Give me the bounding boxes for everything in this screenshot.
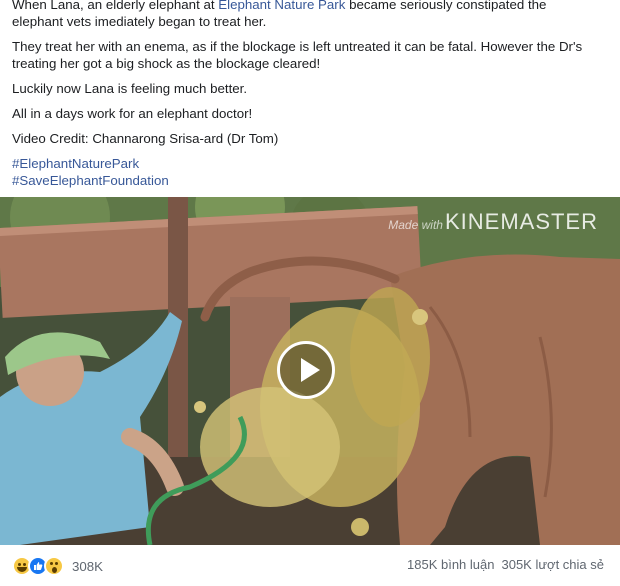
post-paragraph-1: When Lana, an elderly elephant at Elepha… <box>12 0 608 30</box>
shares-count[interactable]: 305K lượt chia sẻ <box>501 557 604 572</box>
comments-count[interactable]: 185K bình luận <box>407 557 494 572</box>
watermark-small-text: Made with <box>388 218 443 232</box>
post-text-segment: became seriously constipated the <box>345 0 547 12</box>
post-paragraph-2: They treat her with an enema, as if the … <box>12 38 608 72</box>
engagement-stats: 185K bình luận 305K lượt chia sẻ <box>407 557 604 572</box>
kinemaster-watermark: Made withKINEMASTER <box>388 209 598 235</box>
hashtag-list: #ElephantNaturePark #SaveElephantFoundat… <box>12 155 608 189</box>
post-footer: 308K 185K bình luận 305K lượt chia sẻ <box>0 549 620 586</box>
post-message: When Lana, an elderly elephant at Elepha… <box>12 0 608 189</box>
post-text-segment: They treat her with an enema, as if the … <box>12 39 583 54</box>
watermark-brand-text: KINEMASTER <box>444 209 598 234</box>
hashtag-elephant-nature-park[interactable]: #ElephantNaturePark <box>12 155 608 172</box>
play-icon <box>301 358 320 382</box>
post-text-segment: treating her got a big shock as the bloc… <box>12 56 321 71</box>
post-text-segment: elephant vets imediately began to treat … <box>12 14 267 29</box>
hashtag-save-elephant-foundation[interactable]: #SaveElephantFoundation <box>12 172 608 189</box>
wow-icon <box>44 556 64 576</box>
video-credit: Video Credit: Channarong Srisa-ard (Dr T… <box>12 131 279 146</box>
post-paragraph-3: Luckily now Lana is feeling much better. <box>12 81 248 96</box>
post-text-segment: When Lana, an elderly elephant at <box>12 0 219 12</box>
reactions-summary[interactable]: 308K <box>12 556 103 576</box>
post-paragraph-4: All in a days work for an elephant docto… <box>12 106 253 121</box>
reaction-count[interactable]: 308K <box>72 559 103 574</box>
elephant-nature-park-link[interactable]: Elephant Nature Park <box>218 0 345 12</box>
play-button[interactable] <box>277 341 335 399</box>
